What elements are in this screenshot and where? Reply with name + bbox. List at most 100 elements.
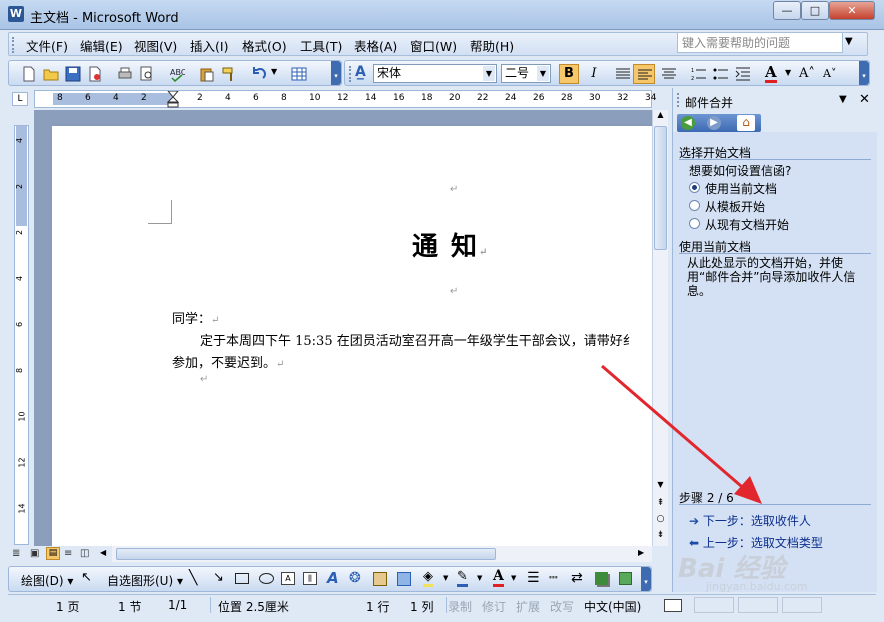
wordart-icon[interactable]: A [327, 569, 339, 587]
menu-item[interactable]: 工具(T) [300, 36, 342, 55]
font-size-select[interactable]: 二号 ▼ [501, 64, 551, 83]
fill-color-dropdown-icon[interactable]: ▼ [443, 574, 448, 582]
line-style-icon[interactable]: ☰ [527, 571, 540, 585]
spelling-status-icon[interactable] [664, 599, 682, 612]
horizontal-scrollbar[interactable]: ▶ [112, 546, 652, 562]
normal-view-icon[interactable]: ≣ [12, 548, 20, 559]
menu-item[interactable]: 表格(A) [354, 36, 397, 55]
select-objects-icon[interactable]: ↖ [81, 570, 92, 585]
arrow-tool-icon[interactable]: ↘ [213, 570, 224, 585]
start-option-1[interactable]: 从模板开始 [689, 198, 869, 214]
task-pane-menu-icon[interactable]: ▼ [839, 94, 847, 105]
numbering-icon[interactable]: 12 [691, 66, 707, 82]
font-name-select[interactable]: 宋体 ▼ [373, 64, 497, 83]
print-preview-icon[interactable] [139, 66, 155, 82]
line-color-dropdown-icon[interactable]: ▼ [477, 574, 482, 582]
line-color-icon[interactable]: ✎ [457, 570, 468, 587]
align-left-button[interactable] [633, 64, 655, 84]
web-layout-view-icon[interactable]: ▣ [30, 548, 39, 559]
radio-button[interactable] [689, 182, 700, 193]
menu-item[interactable]: 格式(O) [242, 36, 287, 55]
reading-layout-view-icon[interactable]: ◫ [80, 548, 89, 559]
fill-color-icon[interactable]: ◈ [423, 570, 433, 587]
shadow-style-icon[interactable] [595, 572, 608, 585]
diagram-icon[interactable]: ❂ [349, 570, 361, 586]
indent-icon[interactable] [735, 66, 751, 82]
dash-style-icon[interactable]: ┅ [549, 571, 557, 585]
task-pane-grip[interactable] [677, 93, 680, 107]
line-tool-icon[interactable]: ╲ [189, 570, 197, 586]
document-title[interactable]: 通 知↵ [412, 226, 489, 263]
font-name-dropdown-icon[interactable]: ▼ [483, 66, 495, 81]
menu-item[interactable]: 窗口(W) [410, 36, 457, 55]
horizontal-ruler[interactable]: 8 6 4 2 2 4 6 8 10 12 14 16 18 20 22 24 26 28 30 32 34 [34, 90, 656, 108]
body-line-1[interactable]: 定于本周四下午 15:35 在团员活动室召开高一年级学生干部会议，请带好纟 [200, 330, 636, 349]
toolbar-grip[interactable] [349, 66, 352, 82]
status-language[interactable]: 中文(中国) [584, 598, 641, 615]
font-size-dropdown-icon[interactable]: ▼ [537, 66, 549, 81]
clip-art-icon[interactable] [373, 572, 387, 586]
shrink-font-button[interactable]: A˅ [823, 67, 836, 80]
document-page[interactable]: ↵ 通 知↵ ↵ 同学：↵ 定于本周四下午 15:35 在团员活动室召开高一年级… [52, 126, 652, 546]
minimize-button[interactable]: — [773, 1, 801, 20]
status-record[interactable]: 录制 [448, 598, 472, 615]
menu-item[interactable]: 视图(V) [134, 36, 177, 55]
task-pane-close-icon[interactable]: ✕ [859, 92, 870, 107]
insert-picture-icon[interactable] [397, 572, 411, 586]
grow-font-button[interactable]: A˄ [799, 66, 815, 81]
status-overtype[interactable]: 改写 [550, 598, 574, 615]
draw-font-color-icon[interactable]: A [493, 569, 504, 587]
help-search-input[interactable]: 键入需要帮助的问题 [677, 32, 843, 53]
italic-button[interactable]: I [585, 65, 603, 83]
menu-item[interactable]: 文件(F) [26, 36, 68, 55]
align-center-icon[interactable] [661, 66, 677, 82]
horizontal-scroll-thumb[interactable] [116, 548, 496, 560]
vertical-ruler[interactable]: 4 2 2 4 6 8 10 12 14 [14, 125, 29, 545]
forward-icon[interactable]: ▶ [707, 116, 721, 130]
vertical-textbox-icon[interactable]: ⫼ [303, 572, 317, 585]
home-icon[interactable]: ⌂ [737, 115, 755, 131]
3d-style-icon[interactable] [619, 572, 632, 585]
scroll-left-icon[interactable]: ◀ [100, 548, 106, 557]
menu-item[interactable]: 插入(I) [190, 36, 228, 55]
justify-icon[interactable] [615, 66, 631, 82]
radio-button[interactable] [689, 218, 700, 229]
menu-item[interactable]: 编辑(E) [80, 36, 123, 55]
scroll-down-icon[interactable]: ▼ [654, 480, 667, 489]
permission-icon[interactable] [87, 66, 103, 82]
oval-tool-icon[interactable] [259, 573, 274, 584]
scroll-up-icon[interactable]: ▲ [654, 110, 667, 124]
indent-marker-icon[interactable] [167, 91, 179, 108]
styles-pane-icon[interactable]: A̲ [355, 64, 366, 80]
paste-icon[interactable] [199, 66, 215, 82]
radio-button[interactable] [689, 200, 700, 211]
previous-page-icon[interactable]: ⇞ [654, 498, 667, 508]
open-folder-icon[interactable] [43, 66, 59, 82]
tab-selector-icon[interactable]: L [12, 92, 28, 106]
bullets-icon[interactable] [713, 66, 729, 82]
insert-table-icon[interactable] [291, 66, 307, 82]
help-dropdown-icon[interactable]: ▼ [845, 36, 853, 47]
toolbar-options-icon[interactable]: ▾ [641, 567, 651, 591]
word-app-icon[interactable]: W [8, 6, 24, 22]
new-document-icon[interactable] [21, 66, 37, 82]
start-option-0[interactable]: 使用当前文档 [689, 180, 869, 196]
autoshapes-menu-button[interactable]: 自选图形(U) ▾ [107, 572, 183, 589]
font-color-dropdown-icon[interactable]: ▼ [785, 68, 791, 77]
arrow-style-icon[interactable]: ⇄ [571, 570, 583, 586]
menu-item[interactable]: 帮助(H) [470, 36, 514, 55]
scroll-right-icon[interactable]: ▶ [638, 548, 644, 557]
toolbar-options-icon[interactable]: ▾ [859, 61, 869, 85]
print-layout-view-icon[interactable]: ▤ [46, 547, 60, 560]
status-extend[interactable]: 扩展 [516, 598, 540, 615]
toolbar-options-icon[interactable]: ▾ [331, 61, 341, 85]
next-step-link[interactable]: ➔ 下一步：选取收件人 [689, 512, 811, 529]
rectangle-tool-icon[interactable] [235, 573, 249, 584]
vertical-scroll-thumb[interactable] [654, 126, 667, 250]
bold-button[interactable]: B [559, 64, 579, 84]
undo-icon[interactable] [251, 66, 267, 82]
start-option-2[interactable]: 从现有文档开始 [689, 216, 869, 232]
draw-font-color-dropdown-icon[interactable]: ▼ [511, 574, 516, 582]
vertical-scrollbar[interactable]: ▲ ▼ ⇞ ○ ⇟ [652, 110, 668, 546]
salutation-line[interactable]: 同学：↵ [172, 308, 219, 327]
